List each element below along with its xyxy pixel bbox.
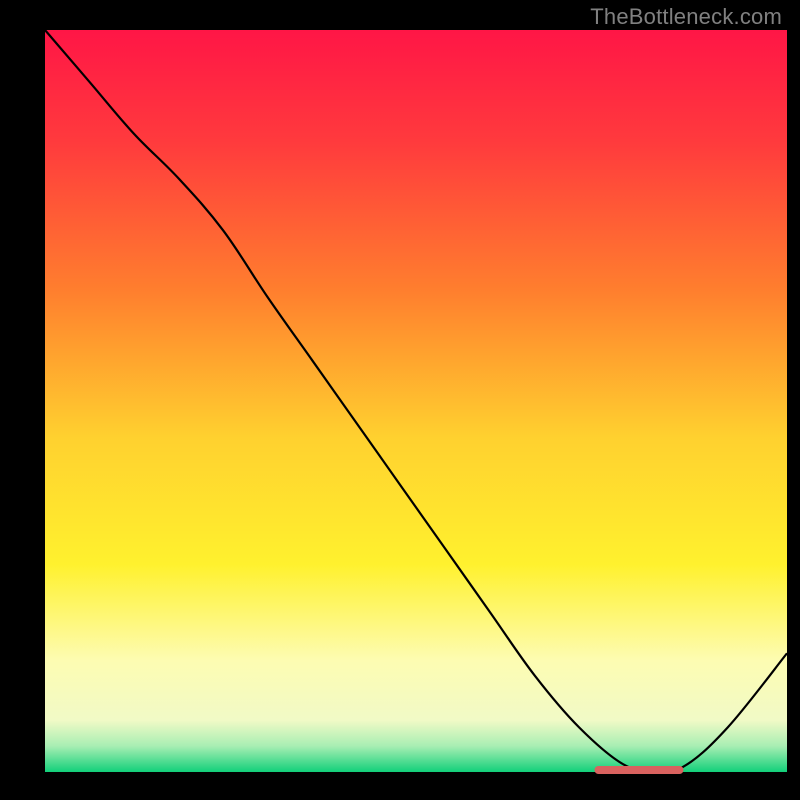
bottleneck-curve xyxy=(45,30,787,772)
chart-container: TheBottleneck.com xyxy=(0,0,800,800)
optimal-range-marker xyxy=(594,766,683,774)
plot-area xyxy=(45,30,787,772)
watermark-text: TheBottleneck.com xyxy=(590,4,782,30)
curve-line xyxy=(45,30,787,771)
